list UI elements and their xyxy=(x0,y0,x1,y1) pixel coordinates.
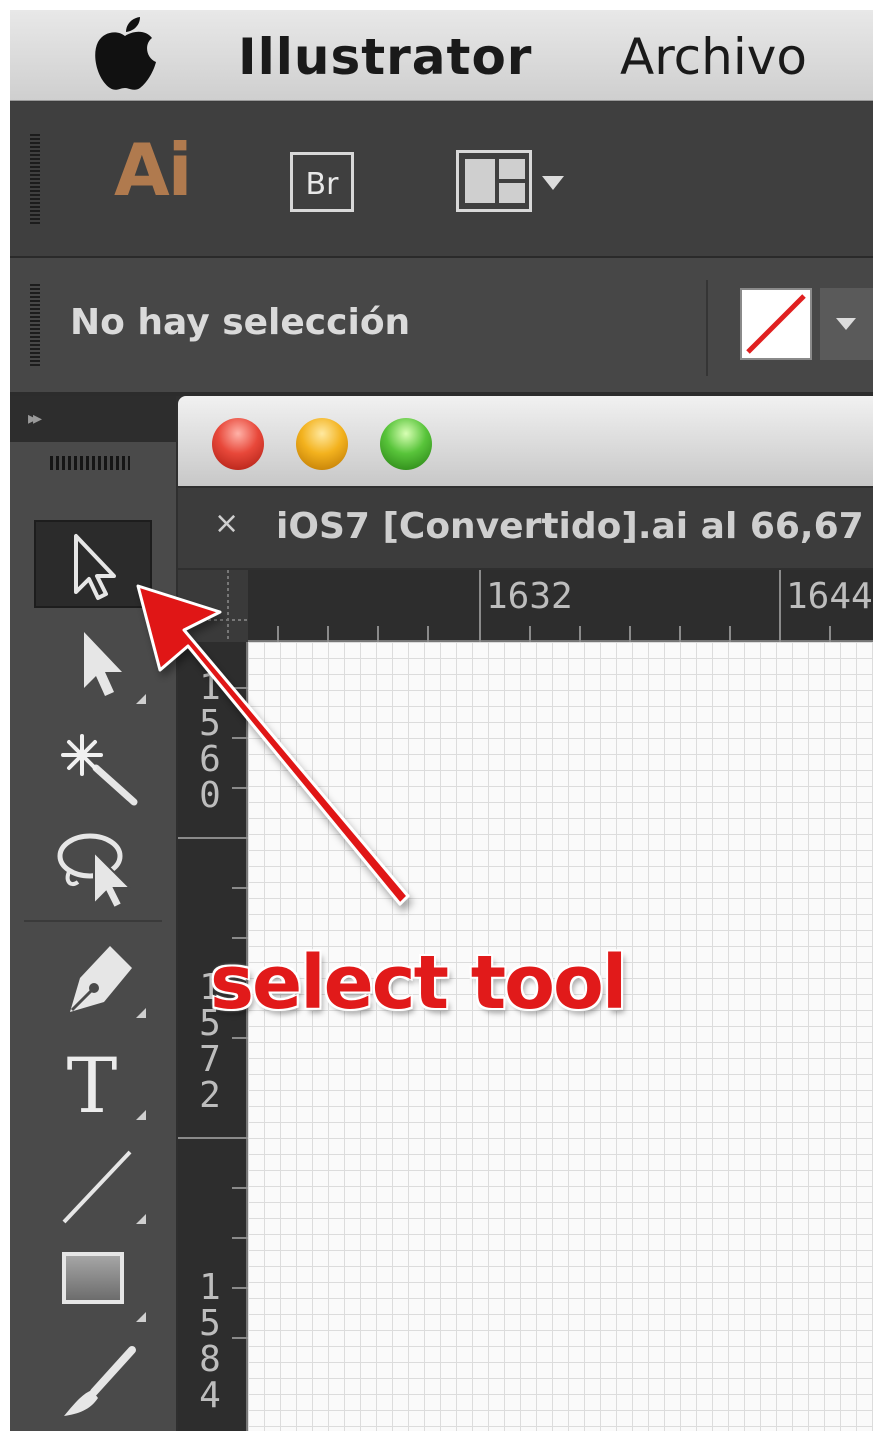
direct-selection-tool[interactable] xyxy=(34,622,152,710)
arrow-outline-icon xyxy=(74,534,116,600)
bridge-button[interactable]: Br xyxy=(290,152,354,212)
arrow-filled-icon xyxy=(84,632,122,696)
pen-tool[interactable] xyxy=(34,936,152,1024)
svg-text:T: T xyxy=(67,1041,118,1126)
line-segment-icon xyxy=(62,1150,132,1224)
artboard-canvas[interactable] xyxy=(248,642,873,1431)
application-bar: Ai Br xyxy=(10,102,873,259)
tool-flyout-indicator xyxy=(136,694,146,704)
appbar-grip[interactable] xyxy=(30,134,40,224)
tools-panel-header: ▸▸ xyxy=(10,396,176,442)
line-tool[interactable] xyxy=(34,1142,152,1230)
controlbar-grip[interactable] xyxy=(30,284,40,366)
chevron-down-icon xyxy=(836,318,856,330)
ruler-origin[interactable] xyxy=(178,570,248,642)
stroke-dropdown[interactable] xyxy=(820,288,873,360)
stroke-swatch[interactable] xyxy=(740,288,812,360)
menu-app-name[interactable]: Illustrator xyxy=(238,28,532,86)
tool-flyout-indicator xyxy=(136,1312,146,1322)
tool-flyout-indicator xyxy=(136,1110,146,1120)
type-tool[interactable]: T xyxy=(34,1038,152,1126)
lasso-tool[interactable] xyxy=(34,822,152,910)
document-tab-title: iOS7 [Convertido].ai al 66,67 xyxy=(276,506,864,547)
controlbar-divider xyxy=(706,280,708,376)
document-area: × iOS7 [Convertido].ai al 66,67 1632 164… xyxy=(176,396,873,1431)
ruler-label: 1560 xyxy=(199,667,221,816)
mac-menubar: Illustrator Archivo xyxy=(10,10,873,101)
zoom-window-button[interactable] xyxy=(380,418,432,470)
horizontal-ruler[interactable]: 1632 1644 xyxy=(248,570,873,642)
collapse-panel-icon[interactable]: ▸▸ xyxy=(28,408,42,429)
selection-tool[interactable] xyxy=(34,520,152,608)
screenshot-frame: Illustrator Archivo Ai Br No hay selecci… xyxy=(10,10,873,1431)
pen-nib-icon xyxy=(70,946,132,1012)
paintbrush-tool[interactable] xyxy=(34,1340,152,1428)
ruler-label: 1644 xyxy=(786,576,873,617)
tools-divider xyxy=(24,920,162,922)
workspace-layout-icon[interactable] xyxy=(456,150,532,212)
control-bar: No hay selección xyxy=(10,258,873,396)
tools-panel-grip[interactable] xyxy=(50,456,130,470)
rectangle-tool[interactable] xyxy=(34,1242,152,1330)
close-tab-icon[interactable]: × xyxy=(214,506,239,541)
tool-flyout-indicator xyxy=(136,1008,146,1018)
document-tab[interactable]: × iOS7 [Convertido].ai al 66,67 xyxy=(178,488,873,568)
magic-wand-tool[interactable] xyxy=(34,720,152,808)
ruler-label: 1632 xyxy=(486,576,573,617)
ruler-label: 1584 xyxy=(199,1267,221,1416)
minimize-window-button[interactable] xyxy=(296,418,348,470)
paintbrush-icon xyxy=(64,1346,136,1416)
ruler-origin-icon xyxy=(178,570,248,642)
close-window-button[interactable] xyxy=(212,418,264,470)
vertical-ruler[interactable]: 1560 1572 1584 xyxy=(178,642,248,1431)
tools-panel: ▸▸ T xyxy=(10,396,176,1431)
type-icon: T xyxy=(67,1041,118,1126)
rectangle-icon xyxy=(62,1252,124,1304)
none-stroke-icon xyxy=(746,294,806,354)
apple-logo-icon[interactable] xyxy=(88,16,162,94)
tool-flyout-indicator xyxy=(136,1214,146,1224)
document-window-titlebar[interactable] xyxy=(178,396,873,486)
menu-file[interactable]: Archivo xyxy=(620,28,807,86)
lasso-icon xyxy=(57,833,133,910)
annotation-label: select tool xyxy=(210,940,627,1026)
ai-logo: Ai xyxy=(114,128,192,212)
selection-status: No hay selección xyxy=(70,302,411,343)
magic-wand-icon xyxy=(61,734,138,806)
layout-dropdown-icon[interactable] xyxy=(542,176,564,190)
